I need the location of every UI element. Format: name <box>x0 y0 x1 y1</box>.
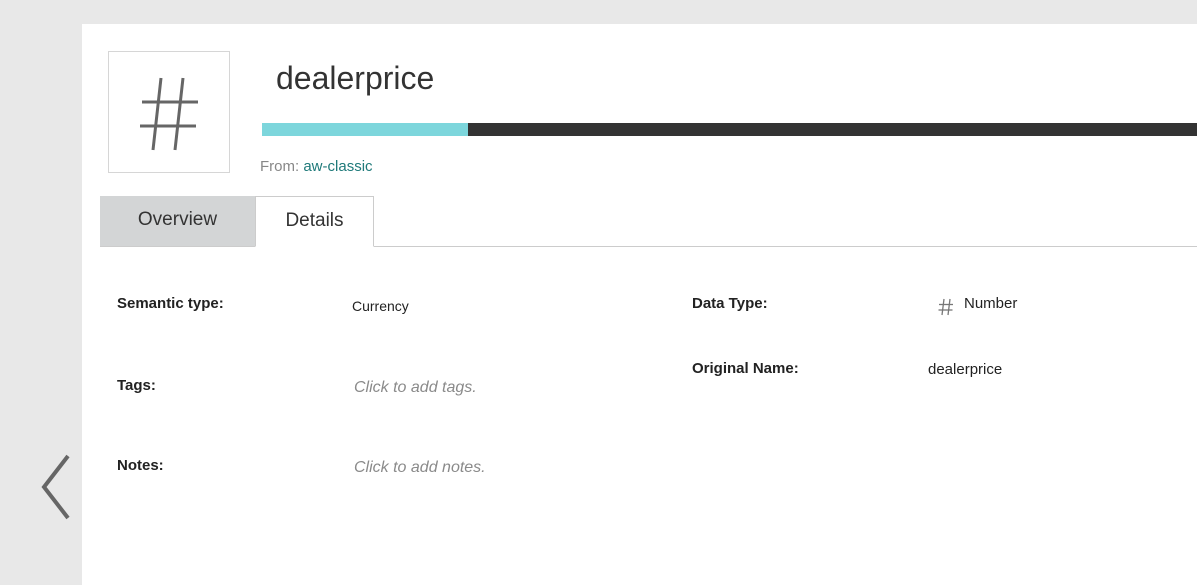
source-link[interactable]: aw-classic <box>303 158 372 175</box>
source-line: From: aw-classic <box>260 158 373 175</box>
details-panel: dealerprice From: aw-classic Overview De… <box>82 24 1197 585</box>
data-type-label: Data Type: <box>692 295 768 312</box>
hash-icon <box>938 297 954 322</box>
field-type-box <box>108 51 230 173</box>
tab-overview[interactable]: Overview <box>100 196 255 246</box>
original-name-value: dealerprice <box>928 361 1003 378</box>
hash-icon <box>140 77 198 151</box>
semantic-type-label: Semantic type: <box>117 295 224 312</box>
left-rail <box>0 0 82 585</box>
chevron-left-icon[interactable] <box>36 452 72 522</box>
tags-input[interactable]: Click to add tags. <box>354 379 477 397</box>
notes-label: Notes: <box>117 457 164 474</box>
profile-bar <box>262 123 1197 136</box>
notes-input[interactable]: Click to add notes. <box>354 459 486 477</box>
original-name-label: Original Name: <box>692 360 799 377</box>
source-label: From: <box>260 158 300 175</box>
tags-label: Tags: <box>117 377 156 394</box>
page-title: dealerprice <box>276 60 435 96</box>
semantic-type-value[interactable]: Currency <box>352 298 409 314</box>
top-strip <box>82 0 1197 24</box>
data-type-value: Number <box>964 295 1018 312</box>
tab-details[interactable]: Details <box>255 196 374 247</box>
profile-bar-fill <box>262 123 468 136</box>
